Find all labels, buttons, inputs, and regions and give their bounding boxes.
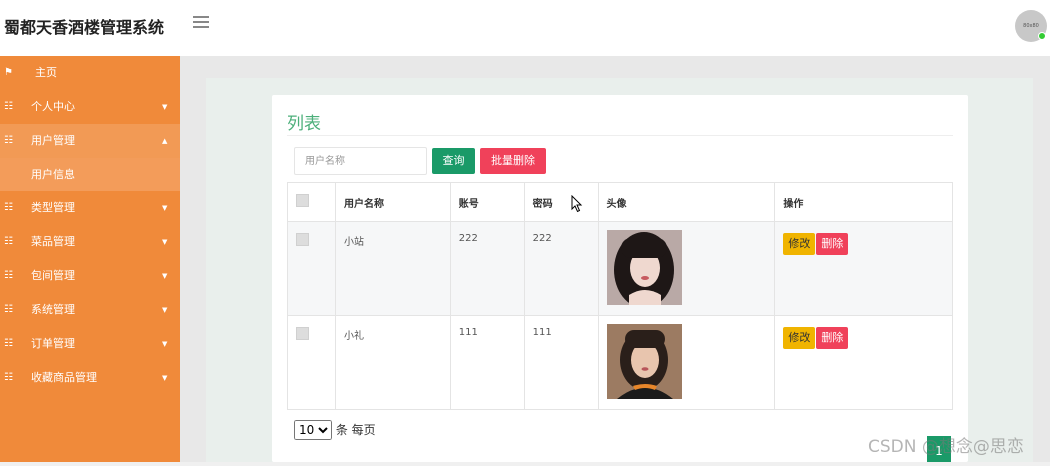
row-select-cell <box>287 315 336 410</box>
actions-cell: 修改 删除 <box>774 315 953 410</box>
query-button[interactable]: 查询 <box>432 148 475 174</box>
sidebar-item-label: 包间管理 <box>31 269 75 282</box>
mouse-pointer-icon <box>571 195 583 213</box>
sidebar-item-dish-management[interactable]: ☷ 菜品管理 ▼ <box>0 225 180 259</box>
sidebar-item-label: 主页 <box>35 66 57 79</box>
chevron-down-icon: ▼ <box>162 340 168 348</box>
user-photo <box>606 324 682 399</box>
sidebar-item-favorites-management[interactable]: ☷ 收藏商品管理 ▼ <box>0 361 180 395</box>
user-photo <box>606 230 682 305</box>
password-cell: 222 <box>523 221 599 316</box>
account-cell: 111 <box>449 315 525 410</box>
column-header[interactable]: 账号 <box>449 182 525 222</box>
pagination-size: 10 条 每页 <box>294 420 376 440</box>
delete-button[interactable]: 删除 <box>816 327 849 349</box>
row-select-cell <box>287 221 336 316</box>
sidebar-item-user-management[interactable]: ☷ 用户管理 ▲ <box>0 124 180 158</box>
column-header[interactable]: 头像 <box>597 182 776 222</box>
list-card: 列表 查询 批量删除 用户名称 账号 密码 头像 操作 小站 222 222 <box>272 95 968 462</box>
sidebar-item-home[interactable]: ⚑ 主页 <box>0 56 180 90</box>
sidebar-subitem-user-info[interactable]: 用户信息 <box>0 158 180 191</box>
grid-icon: ☷ <box>4 135 13 146</box>
sidebar-item-order-management[interactable]: ☷ 订单管理 ▼ <box>0 327 180 361</box>
table-row: 小站 222 222 修改 删除 <box>287 221 953 316</box>
sidebar-item-label: 菜品管理 <box>31 235 75 248</box>
batch-delete-button[interactable]: 批量删除 <box>480 148 546 174</box>
chevron-down-icon: ▼ <box>162 272 168 280</box>
avatar[interactable]: 80x80 <box>1015 10 1047 42</box>
grid-icon: ☷ <box>4 270 13 281</box>
table-header-row: 用户名称 账号 密码 头像 操作 <box>287 182 953 222</box>
row-checkbox[interactable] <box>296 233 309 246</box>
grid-icon: ☷ <box>4 236 13 247</box>
grid-icon: ☷ <box>4 202 13 213</box>
menu-toggle-icon[interactable] <box>193 16 209 30</box>
online-status-dot <box>1038 32 1046 40</box>
column-header[interactable]: 密码 <box>523 182 599 222</box>
watermark: CSDN @想念@思恋 <box>868 437 1024 457</box>
grid-icon: ☷ <box>4 338 13 349</box>
sidebar-item-label: 收藏商品管理 <box>31 371 97 384</box>
delete-button[interactable]: 删除 <box>816 233 849 255</box>
edit-button[interactable]: 修改 <box>783 327 816 349</box>
column-header: 操作 <box>774 182 953 222</box>
sidebar-item-personal-center[interactable]: ☷ 个人中心 ▼ <box>0 90 180 124</box>
column-header[interactable]: 用户名称 <box>334 182 451 222</box>
chevron-down-icon: ▼ <box>162 103 168 111</box>
sidebar-item-system-management[interactable]: ☷ 系统管理 ▼ <box>0 293 180 327</box>
select-all-cell <box>287 182 336 222</box>
chevron-down-icon: ▼ <box>162 238 168 246</box>
chevron-down-icon: ▼ <box>162 306 168 314</box>
chevron-down-icon: ▼ <box>162 204 168 212</box>
sidebar-item-label: 类型管理 <box>31 201 75 214</box>
table-row: 小礼 111 111 修改 删除 <box>287 315 953 410</box>
select-all-checkbox[interactable] <box>296 194 309 207</box>
search-input[interactable] <box>294 147 427 175</box>
sidebar-item-label: 订单管理 <box>31 337 75 350</box>
user-table: 用户名称 账号 密码 头像 操作 小站 222 222 修改 删除 小礼 111… <box>287 182 953 410</box>
title-divider <box>287 135 953 136</box>
avatar-cell <box>597 221 776 316</box>
sidebar: ⚑ 主页 ☷ 个人中心 ▼ ☷ 用户管理 ▲ 用户信息 ☷ 类型管理 ▼ ☷ 菜… <box>0 56 180 462</box>
grid-icon: ☷ <box>4 304 13 315</box>
per-page-label: 条 每页 <box>335 423 376 437</box>
sidebar-item-label: 个人中心 <box>31 100 75 113</box>
avatar-placeholder-text: 80x80 <box>1023 23 1039 29</box>
app-title: 蜀都天香酒楼管理系统 <box>4 18 165 37</box>
user-name-cell: 小站 <box>334 221 451 316</box>
avatar-cell <box>597 315 776 410</box>
grid-icon: ☷ <box>4 372 13 383</box>
user-name-cell: 小礼 <box>334 315 451 410</box>
flag-icon: ⚑ <box>4 67 13 78</box>
sidebar-item-label: 用户管理 <box>31 134 75 147</box>
chevron-up-icon: ▲ <box>162 137 168 145</box>
password-cell: 111 <box>523 315 599 410</box>
account-cell: 222 <box>449 221 525 316</box>
top-header: 蜀都天香酒楼管理系统 80x80 <box>0 0 1050 56</box>
page-title: 列表 <box>287 114 321 134</box>
sidebar-item-type-management[interactable]: ☷ 类型管理 ▼ <box>0 191 180 225</box>
row-checkbox[interactable] <box>296 327 309 340</box>
page-size-select[interactable]: 10 <box>294 420 332 440</box>
sidebar-item-room-management[interactable]: ☷ 包间管理 ▼ <box>0 259 180 293</box>
edit-button[interactable]: 修改 <box>783 233 816 255</box>
sidebar-item-label: 系统管理 <box>31 303 75 316</box>
chevron-down-icon: ▼ <box>162 374 168 382</box>
actions-cell: 修改 删除 <box>774 221 953 316</box>
grid-icon: ☷ <box>4 101 13 112</box>
